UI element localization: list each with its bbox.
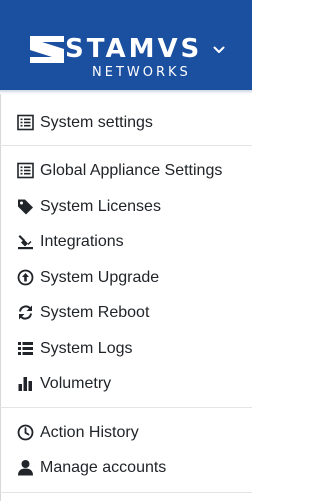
- menu-item-manage-accounts[interactable]: Manage accounts: [0, 451, 252, 485]
- plug-icon: [17, 233, 34, 250]
- menu-bottom-border: [0, 492, 252, 493]
- menu-item-label: System Upgrade: [40, 269, 160, 286]
- user-icon: [17, 459, 34, 476]
- menu-item-system-logs[interactable]: System Logs: [0, 332, 252, 366]
- brand-header[interactable]: STAMVS NETWORKS: [0, 0, 252, 90]
- menu-item-label: Action History: [40, 424, 139, 441]
- menu-item-volumetry[interactable]: Volumetry: [0, 367, 252, 401]
- brand-subtitle: NETWORKS: [92, 65, 191, 80]
- tag-icon: [17, 198, 34, 215]
- header-shadow: [0, 90, 252, 94]
- admin-dropdown-menu: STAMVS NETWORKS System settings Global A…: [0, 0, 252, 501]
- clock-icon: [17, 424, 34, 441]
- menu-item-label: Manage accounts: [40, 459, 167, 476]
- arrow-circle-up-icon: [17, 269, 34, 286]
- menu-item-label: System Reboot: [40, 304, 150, 321]
- menu-item-integrations[interactable]: Integrations: [0, 225, 252, 259]
- menu-item-label: System Logs: [40, 340, 133, 357]
- brand-name: STAMVS: [65, 34, 203, 64]
- brand-logo: STAMVS NETWORKS: [30, 34, 230, 84]
- menu-divider: [0, 407, 252, 408]
- stamus-logo-mark-icon: [30, 36, 64, 63]
- menu-item-label: Global Appliance Settings: [40, 162, 223, 179]
- list-alt-icon: [17, 162, 34, 179]
- menu-item-action-history[interactable]: Action History: [0, 416, 252, 450]
- chevron-down-icon[interactable]: [213, 46, 225, 54]
- menu-item-global-appliance-settings[interactable]: Global Appliance Settings: [0, 154, 252, 188]
- menu-item-system-reboot[interactable]: System Reboot: [0, 296, 252, 330]
- menu-item-system-upgrade[interactable]: System Upgrade: [0, 261, 252, 295]
- menu-item-label: System settings: [40, 114, 153, 131]
- list-alt-icon: [17, 114, 34, 131]
- menu-item-system-settings[interactable]: System settings: [0, 106, 252, 140]
- menu-item-label: System Licenses: [40, 198, 161, 215]
- bar-chart-icon: [17, 375, 34, 392]
- menu-item-system-licenses[interactable]: System Licenses: [0, 190, 252, 224]
- menu-item-label: Integrations: [40, 233, 124, 250]
- sync-icon: [17, 304, 34, 321]
- list-icon: [17, 340, 34, 357]
- menu-divider: [0, 145, 252, 146]
- menu-item-label: Volumetry: [40, 375, 112, 392]
